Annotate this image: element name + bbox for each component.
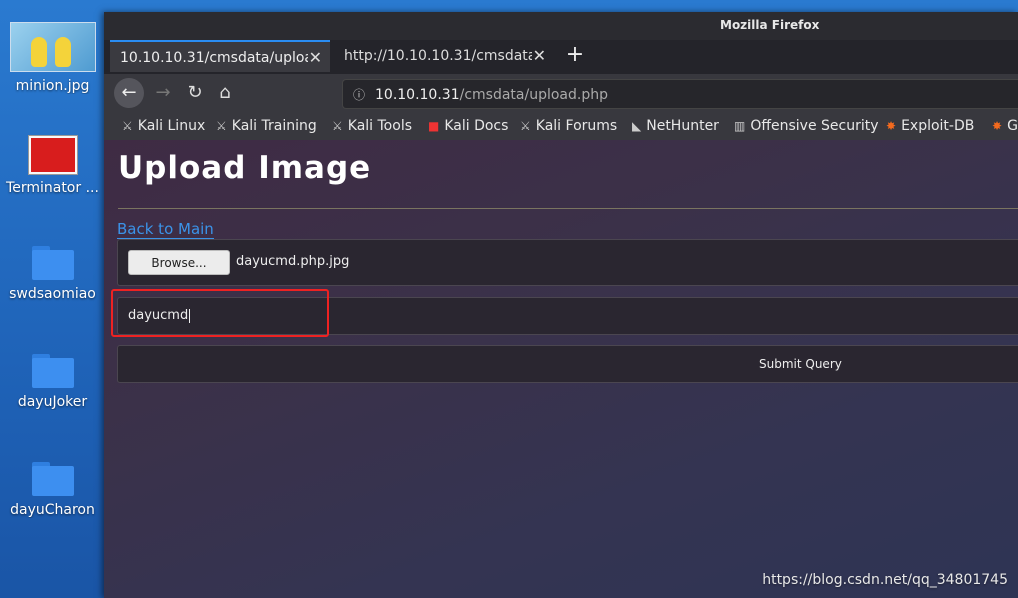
kali-dragon-icon: ⚔ bbox=[332, 119, 343, 133]
window-titlebar[interactable]: Mozilla Firefox bbox=[104, 12, 1018, 40]
tab-title: 10.10.10.31/cmsdata/upload bbox=[120, 50, 308, 66]
browse-button[interactable]: Browse... bbox=[128, 250, 230, 275]
watermark: https://blog.csdn.net/qq_34801745 bbox=[762, 572, 1008, 588]
browser-window: Mozilla Firefox 10.10.10.31/cmsdata/uplo… bbox=[104, 12, 1018, 598]
reload-icon[interactable]: ↻ bbox=[180, 78, 210, 108]
info-icon[interactable]: ⓘ bbox=[353, 80, 365, 110]
bookmark-overflow[interactable]: ✸ G bbox=[992, 114, 1018, 138]
desktop-icon-swdsaomiao[interactable]: swdsaomiao bbox=[0, 246, 105, 302]
terminator-icon bbox=[28, 136, 77, 174]
url-path: /cmsdata/upload.php bbox=[459, 87, 608, 103]
desktop-icon-label: swdsaomiao bbox=[9, 286, 96, 302]
home-icon[interactable]: ⌂ bbox=[210, 78, 240, 108]
bookmark-kali-forums[interactable]: ⚔ Kali Forums bbox=[520, 114, 617, 138]
back-arrow-icon[interactable]: ← bbox=[114, 78, 144, 108]
bookmark-exploit-db[interactable]: ✸ Exploit-DB bbox=[886, 114, 974, 138]
bookmark-kali-tools[interactable]: ⚔ Kali Tools bbox=[332, 114, 412, 138]
kali-dragon-icon: ⚔ bbox=[520, 119, 531, 133]
desktop-icon-terminator[interactable]: Terminator ... bbox=[0, 136, 105, 196]
desktop-icon-dayucharon[interactable]: dayuCharon bbox=[0, 462, 105, 518]
kali-dragon-icon: ⚔ bbox=[122, 119, 133, 133]
desktop-icon-minion[interactable]: minion.jpg bbox=[0, 22, 105, 94]
folder-icon bbox=[31, 462, 74, 496]
file-input-field[interactable]: Browse... dayucmd.php.jpg bbox=[117, 239, 1018, 286]
annotation-highlight-box bbox=[111, 289, 329, 337]
tab-title: http://10.10.10.31/cmsdata/u bbox=[344, 48, 532, 64]
tab-second[interactable]: http://10.10.10.31/cmsdata/u ✕ bbox=[334, 40, 554, 72]
window-title: Mozilla Firefox bbox=[720, 18, 820, 32]
page-content: Upload Image Back to Main Browse... dayu… bbox=[104, 140, 1018, 598]
new-tab-button[interactable]: + bbox=[562, 40, 588, 72]
exploit-db-icon: ✸ bbox=[992, 119, 1003, 133]
submit-button[interactable]: Submit Query bbox=[117, 345, 1018, 383]
bookmark-offensive-security[interactable]: ▥ Offensive Security bbox=[734, 114, 879, 138]
kali-dragon-icon: ⚔ bbox=[216, 119, 227, 133]
desktop-icon-label: dayuJoker bbox=[17, 394, 88, 410]
back-to-main-link[interactable]: Back to Main bbox=[117, 220, 214, 239]
navigation-toolbar: ← → ↻ ⌂ ⓘ 10.10.10.31/cmsdata/upload.php bbox=[104, 74, 1018, 114]
page-title: Upload Image bbox=[118, 150, 372, 186]
bookmarks-toolbar: ⚔ Kali Linux ⚔ Kali Training ⚔ Kali Tools ■… bbox=[104, 114, 1018, 140]
submit-button-label: Submit Query bbox=[759, 357, 842, 371]
tab-bar: 10.10.10.31/cmsdata/upload ✕ http://10.1… bbox=[104, 40, 1018, 74]
nethunter-icon: ◣ bbox=[632, 119, 642, 133]
bookmark-kali-training[interactable]: ⚔ Kali Training bbox=[216, 114, 317, 138]
desktop-icon-dayujoker[interactable]: dayuJoker bbox=[0, 354, 105, 410]
close-icon[interactable]: ✕ bbox=[309, 42, 322, 74]
desktop-icon-label: Terminator ... bbox=[6, 180, 99, 196]
exploit-db-icon: ✸ bbox=[886, 119, 897, 133]
url-bar[interactable]: ⓘ 10.10.10.31/cmsdata/upload.php bbox=[342, 79, 1018, 109]
bookmark-kali-docs[interactable]: ■ Kali Docs bbox=[428, 114, 508, 138]
bookmark-kali-linux[interactable]: ⚔ Kali Linux bbox=[122, 114, 205, 138]
desktop-icon-label: dayuCharon bbox=[10, 502, 95, 518]
selected-file-name: dayucmd.php.jpg bbox=[236, 254, 350, 269]
image-thumbnail bbox=[9, 22, 96, 72]
tab-upload[interactable]: 10.10.10.31/cmsdata/upload ✕ bbox=[110, 40, 330, 72]
divider bbox=[118, 208, 1018, 209]
docs-icon: ■ bbox=[428, 119, 440, 133]
folder-icon bbox=[31, 354, 74, 388]
offsec-icon: ▥ bbox=[734, 119, 746, 133]
url-host: 10.10.10.31 bbox=[375, 87, 460, 103]
close-icon[interactable]: ✕ bbox=[533, 40, 546, 72]
desktop-icon-label: minion.jpg bbox=[15, 78, 90, 94]
forward-arrow-icon[interactable]: → bbox=[148, 78, 178, 108]
folder-icon bbox=[31, 246, 74, 280]
bookmark-nethunter[interactable]: ◣ NetHunter bbox=[632, 114, 719, 138]
